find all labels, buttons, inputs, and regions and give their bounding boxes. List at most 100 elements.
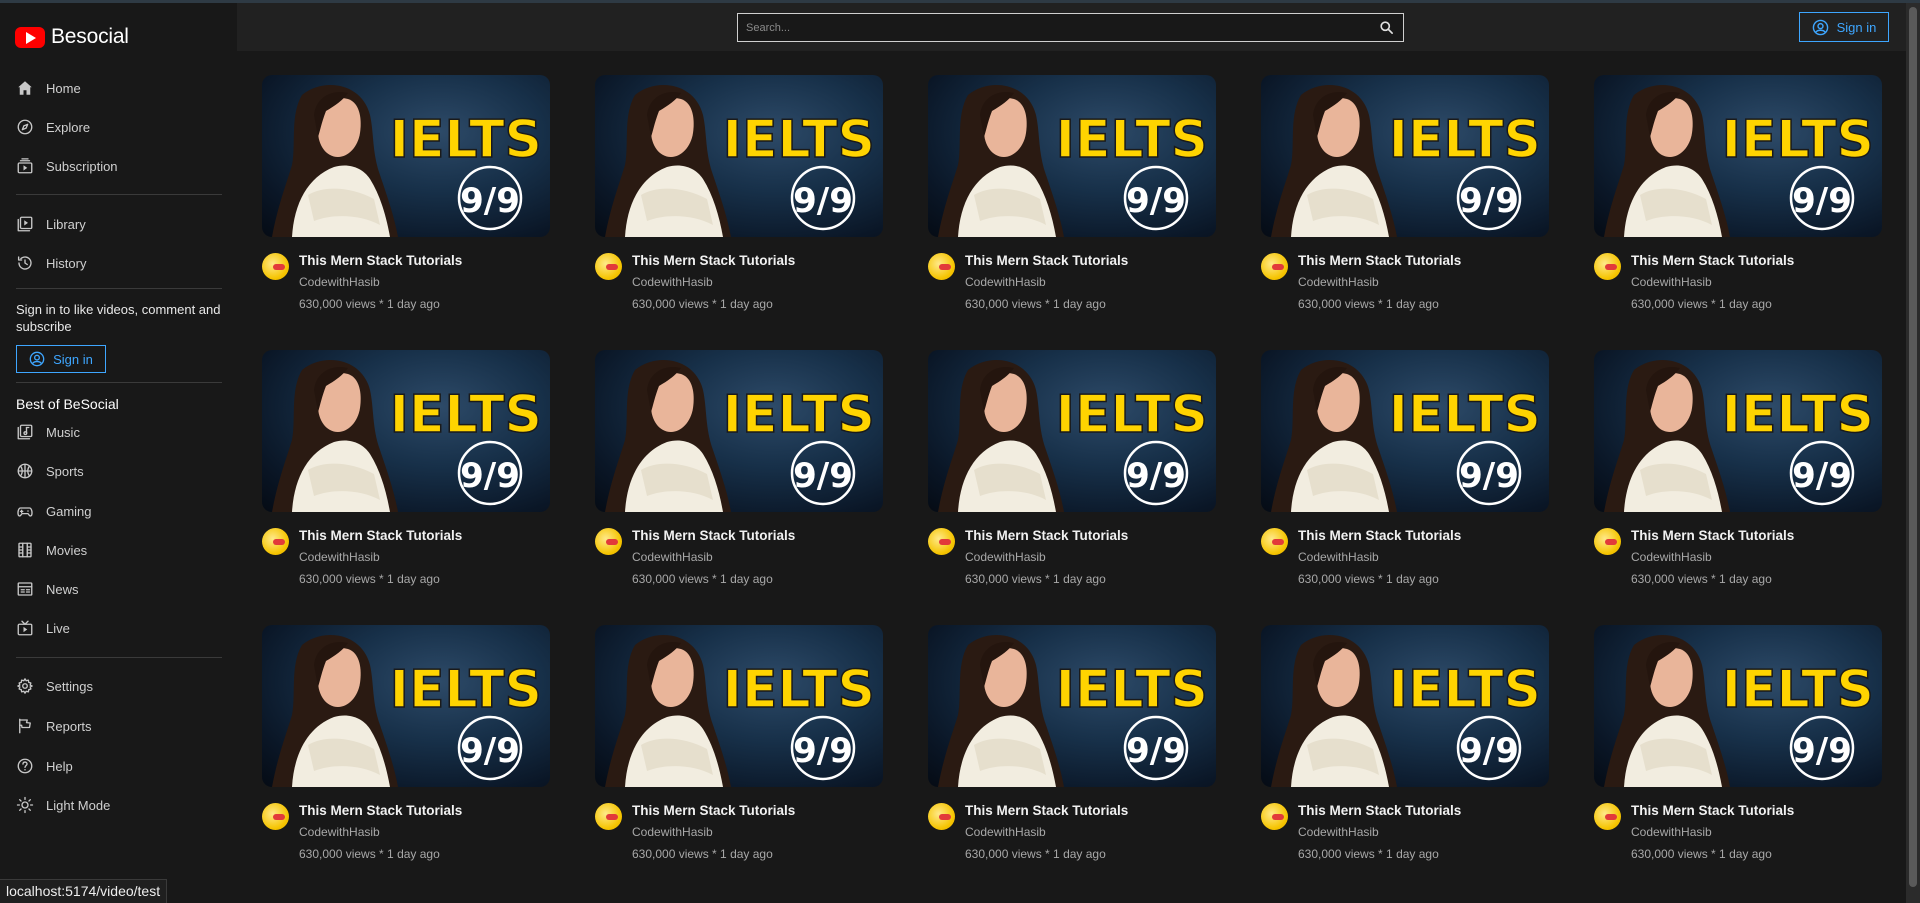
video-card[interactable]: IELTS 9/9 This Mern Stack Tutorials Code… xyxy=(1594,350,1882,625)
sidebar-item-explore[interactable]: Explore xyxy=(16,114,226,140)
channel-avatar[interactable] xyxy=(1594,803,1621,830)
video-card[interactable]: IELTS 9/9 This Mern Stack Tutorials Code… xyxy=(595,625,883,900)
channel-avatar[interactable] xyxy=(928,253,955,280)
video-card[interactable]: IELTS 9/9 This Mern Stack Tutorials Code… xyxy=(595,75,883,350)
channel-avatar[interactable] xyxy=(262,803,289,830)
channel-name[interactable]: CodewithHasib xyxy=(1631,825,1794,839)
video-title[interactable]: This Mern Stack Tutorials xyxy=(632,528,795,544)
sidebar-item-news[interactable]: News xyxy=(16,576,226,602)
channel-name[interactable]: CodewithHasib xyxy=(299,550,462,564)
logo[interactable]: Besocial xyxy=(15,23,129,51)
video-card[interactable]: IELTS 9/9 This Mern Stack Tutorials Code… xyxy=(928,75,1216,350)
channel-avatar[interactable] xyxy=(1261,803,1288,830)
sidebar-item-gaming[interactable]: Gaming xyxy=(16,498,226,524)
video-card[interactable]: IELTS 9/9 This Mern Stack Tutorials Code… xyxy=(262,625,550,900)
video-card[interactable]: IELTS 9/9 This Mern Stack Tutorials Code… xyxy=(262,350,550,625)
video-card[interactable]: IELTS 9/9 This Mern Stack Tutorials Code… xyxy=(928,625,1216,900)
channel-name[interactable]: CodewithHasib xyxy=(1298,550,1461,564)
video-title[interactable]: This Mern Stack Tutorials xyxy=(1298,528,1461,544)
channel-name[interactable]: CodewithHasib xyxy=(299,275,462,289)
video-thumbnail[interactable]: IELTS 9/9 xyxy=(1261,625,1549,787)
video-thumbnail[interactable]: IELTS 9/9 xyxy=(1594,75,1882,237)
video-thumbnail[interactable]: IELTS 9/9 xyxy=(595,625,883,787)
video-card[interactable]: IELTS 9/9 This Mern Stack Tutorials Code… xyxy=(1594,625,1882,900)
video-title[interactable]: This Mern Stack Tutorials xyxy=(965,528,1128,544)
video-title[interactable]: This Mern Stack Tutorials xyxy=(299,528,462,544)
video-title[interactable]: This Mern Stack Tutorials xyxy=(299,803,462,819)
sidebar-item-subscription[interactable]: Subscription xyxy=(16,153,226,179)
sidebar-signin-button[interactable]: Sign in xyxy=(16,345,106,373)
video-title[interactable]: This Mern Stack Tutorials xyxy=(1298,253,1461,269)
channel-avatar[interactable] xyxy=(1261,528,1288,555)
video-title[interactable]: This Mern Stack Tutorials xyxy=(965,253,1128,269)
video-card[interactable]: IELTS 9/9 This Mern Stack Tutorials Code… xyxy=(595,350,883,625)
scrollbar-thumb[interactable] xyxy=(1909,7,1917,887)
video-thumbnail[interactable]: IELTS 9/9 xyxy=(1594,350,1882,512)
channel-name[interactable]: CodewithHasib xyxy=(299,825,462,839)
header-signin-button[interactable]: Sign in xyxy=(1799,12,1889,42)
video-thumbnail[interactable]: IELTS 9/9 xyxy=(1261,350,1549,512)
video-thumbnail[interactable]: IELTS 9/9 xyxy=(262,625,550,787)
channel-name[interactable]: CodewithHasib xyxy=(965,550,1128,564)
video-thumbnail[interactable]: IELTS 9/9 xyxy=(928,75,1216,237)
channel-avatar[interactable] xyxy=(1594,528,1621,555)
search-button[interactable] xyxy=(1369,14,1403,41)
channel-avatar[interactable] xyxy=(595,528,622,555)
video-thumbnail[interactable]: IELTS 9/9 xyxy=(928,350,1216,512)
channel-name[interactable]: CodewithHasib xyxy=(965,825,1128,839)
channel-avatar[interactable] xyxy=(262,253,289,280)
channel-avatar[interactable] xyxy=(595,253,622,280)
channel-avatar[interactable] xyxy=(1594,253,1621,280)
video-card[interactable]: IELTS 9/9 This Mern Stack Tutorials Code… xyxy=(928,350,1216,625)
video-thumbnail[interactable]: IELTS 9/9 xyxy=(1594,625,1882,787)
video-thumbnail[interactable]: IELTS 9/9 xyxy=(1261,75,1549,237)
video-thumbnail[interactable]: IELTS 9/9 xyxy=(262,350,550,512)
video-card[interactable]: IELTS 9/9 This Mern Stack Tutorials Code… xyxy=(1261,75,1549,350)
channel-name[interactable]: CodewithHasib xyxy=(1298,825,1461,839)
channel-name[interactable]: CodewithHasib xyxy=(1631,275,1794,289)
channel-name[interactable]: CodewithHasib xyxy=(1298,275,1461,289)
sidebar-item-library[interactable]: Library xyxy=(16,211,226,237)
channel-name[interactable]: CodewithHasib xyxy=(632,825,795,839)
sidebar-item-home[interactable]: Home xyxy=(16,75,226,101)
sidebar-item-music[interactable]: Music xyxy=(16,419,226,445)
sidebar-item-live[interactable]: Live xyxy=(16,615,226,641)
video-title[interactable]: This Mern Stack Tutorials xyxy=(632,803,795,819)
channel-name[interactable]: CodewithHasib xyxy=(632,550,795,564)
video-card[interactable]: IELTS 9/9 This Mern Stack Tutorials Code… xyxy=(1594,75,1882,350)
channel-avatar[interactable] xyxy=(928,803,955,830)
video-card[interactable]: IELTS 9/9 This Mern Stack Tutorials Code… xyxy=(1261,350,1549,625)
channel-avatar[interactable] xyxy=(262,528,289,555)
video-title[interactable]: This Mern Stack Tutorials xyxy=(1298,803,1461,819)
sidebar-item-help[interactable]: Help xyxy=(16,753,226,779)
sidebar-item-sports[interactable]: Sports xyxy=(16,458,226,484)
channel-avatar[interactable] xyxy=(928,528,955,555)
video-card[interactable]: IELTS 9/9 This Mern Stack Tutorials Code… xyxy=(1261,625,1549,900)
video-thumbnail[interactable]: IELTS 9/9 xyxy=(595,350,883,512)
sidebar-item-reports[interactable]: Reports xyxy=(16,713,226,739)
video-title[interactable]: This Mern Stack Tutorials xyxy=(299,253,462,269)
sidebar-item-settings[interactable]: Settings xyxy=(16,673,226,699)
channel-name[interactable]: CodewithHasib xyxy=(965,275,1128,289)
channel-name[interactable]: CodewithHasib xyxy=(632,275,795,289)
video-title[interactable]: This Mern Stack Tutorials xyxy=(1631,528,1794,544)
sidebar-item-light-mode[interactable]: Light Mode xyxy=(16,792,226,818)
video-thumbnail[interactable]: IELTS 9/9 xyxy=(262,75,550,237)
video-title[interactable]: This Mern Stack Tutorials xyxy=(1631,253,1794,269)
channel-name[interactable]: CodewithHasib xyxy=(1631,550,1794,564)
video-info: This Mern Stack Tutorials CodewithHasib … xyxy=(1631,803,1794,861)
search-input[interactable] xyxy=(738,14,1369,41)
video-title[interactable]: This Mern Stack Tutorials xyxy=(632,253,795,269)
video-thumbnail[interactable]: IELTS 9/9 xyxy=(928,625,1216,787)
sidebar-item-history[interactable]: History xyxy=(16,250,226,276)
video-title[interactable]: This Mern Stack Tutorials xyxy=(965,803,1128,819)
video-card[interactable]: IELTS 9/9 This Mern Stack Tutorials Code… xyxy=(262,75,550,350)
sidebar-item-movies[interactable]: Movies xyxy=(16,537,226,563)
video-meta: This Mern Stack Tutorials CodewithHasib … xyxy=(1261,803,1549,861)
video-title[interactable]: This Mern Stack Tutorials xyxy=(1631,803,1794,819)
channel-avatar[interactable] xyxy=(1261,253,1288,280)
video-stats: 630,000 views * 1 day ago xyxy=(965,297,1106,311)
scrollbar[interactable] xyxy=(1906,3,1920,903)
channel-avatar[interactable] xyxy=(595,803,622,830)
video-thumbnail[interactable]: IELTS 9/9 xyxy=(595,75,883,237)
